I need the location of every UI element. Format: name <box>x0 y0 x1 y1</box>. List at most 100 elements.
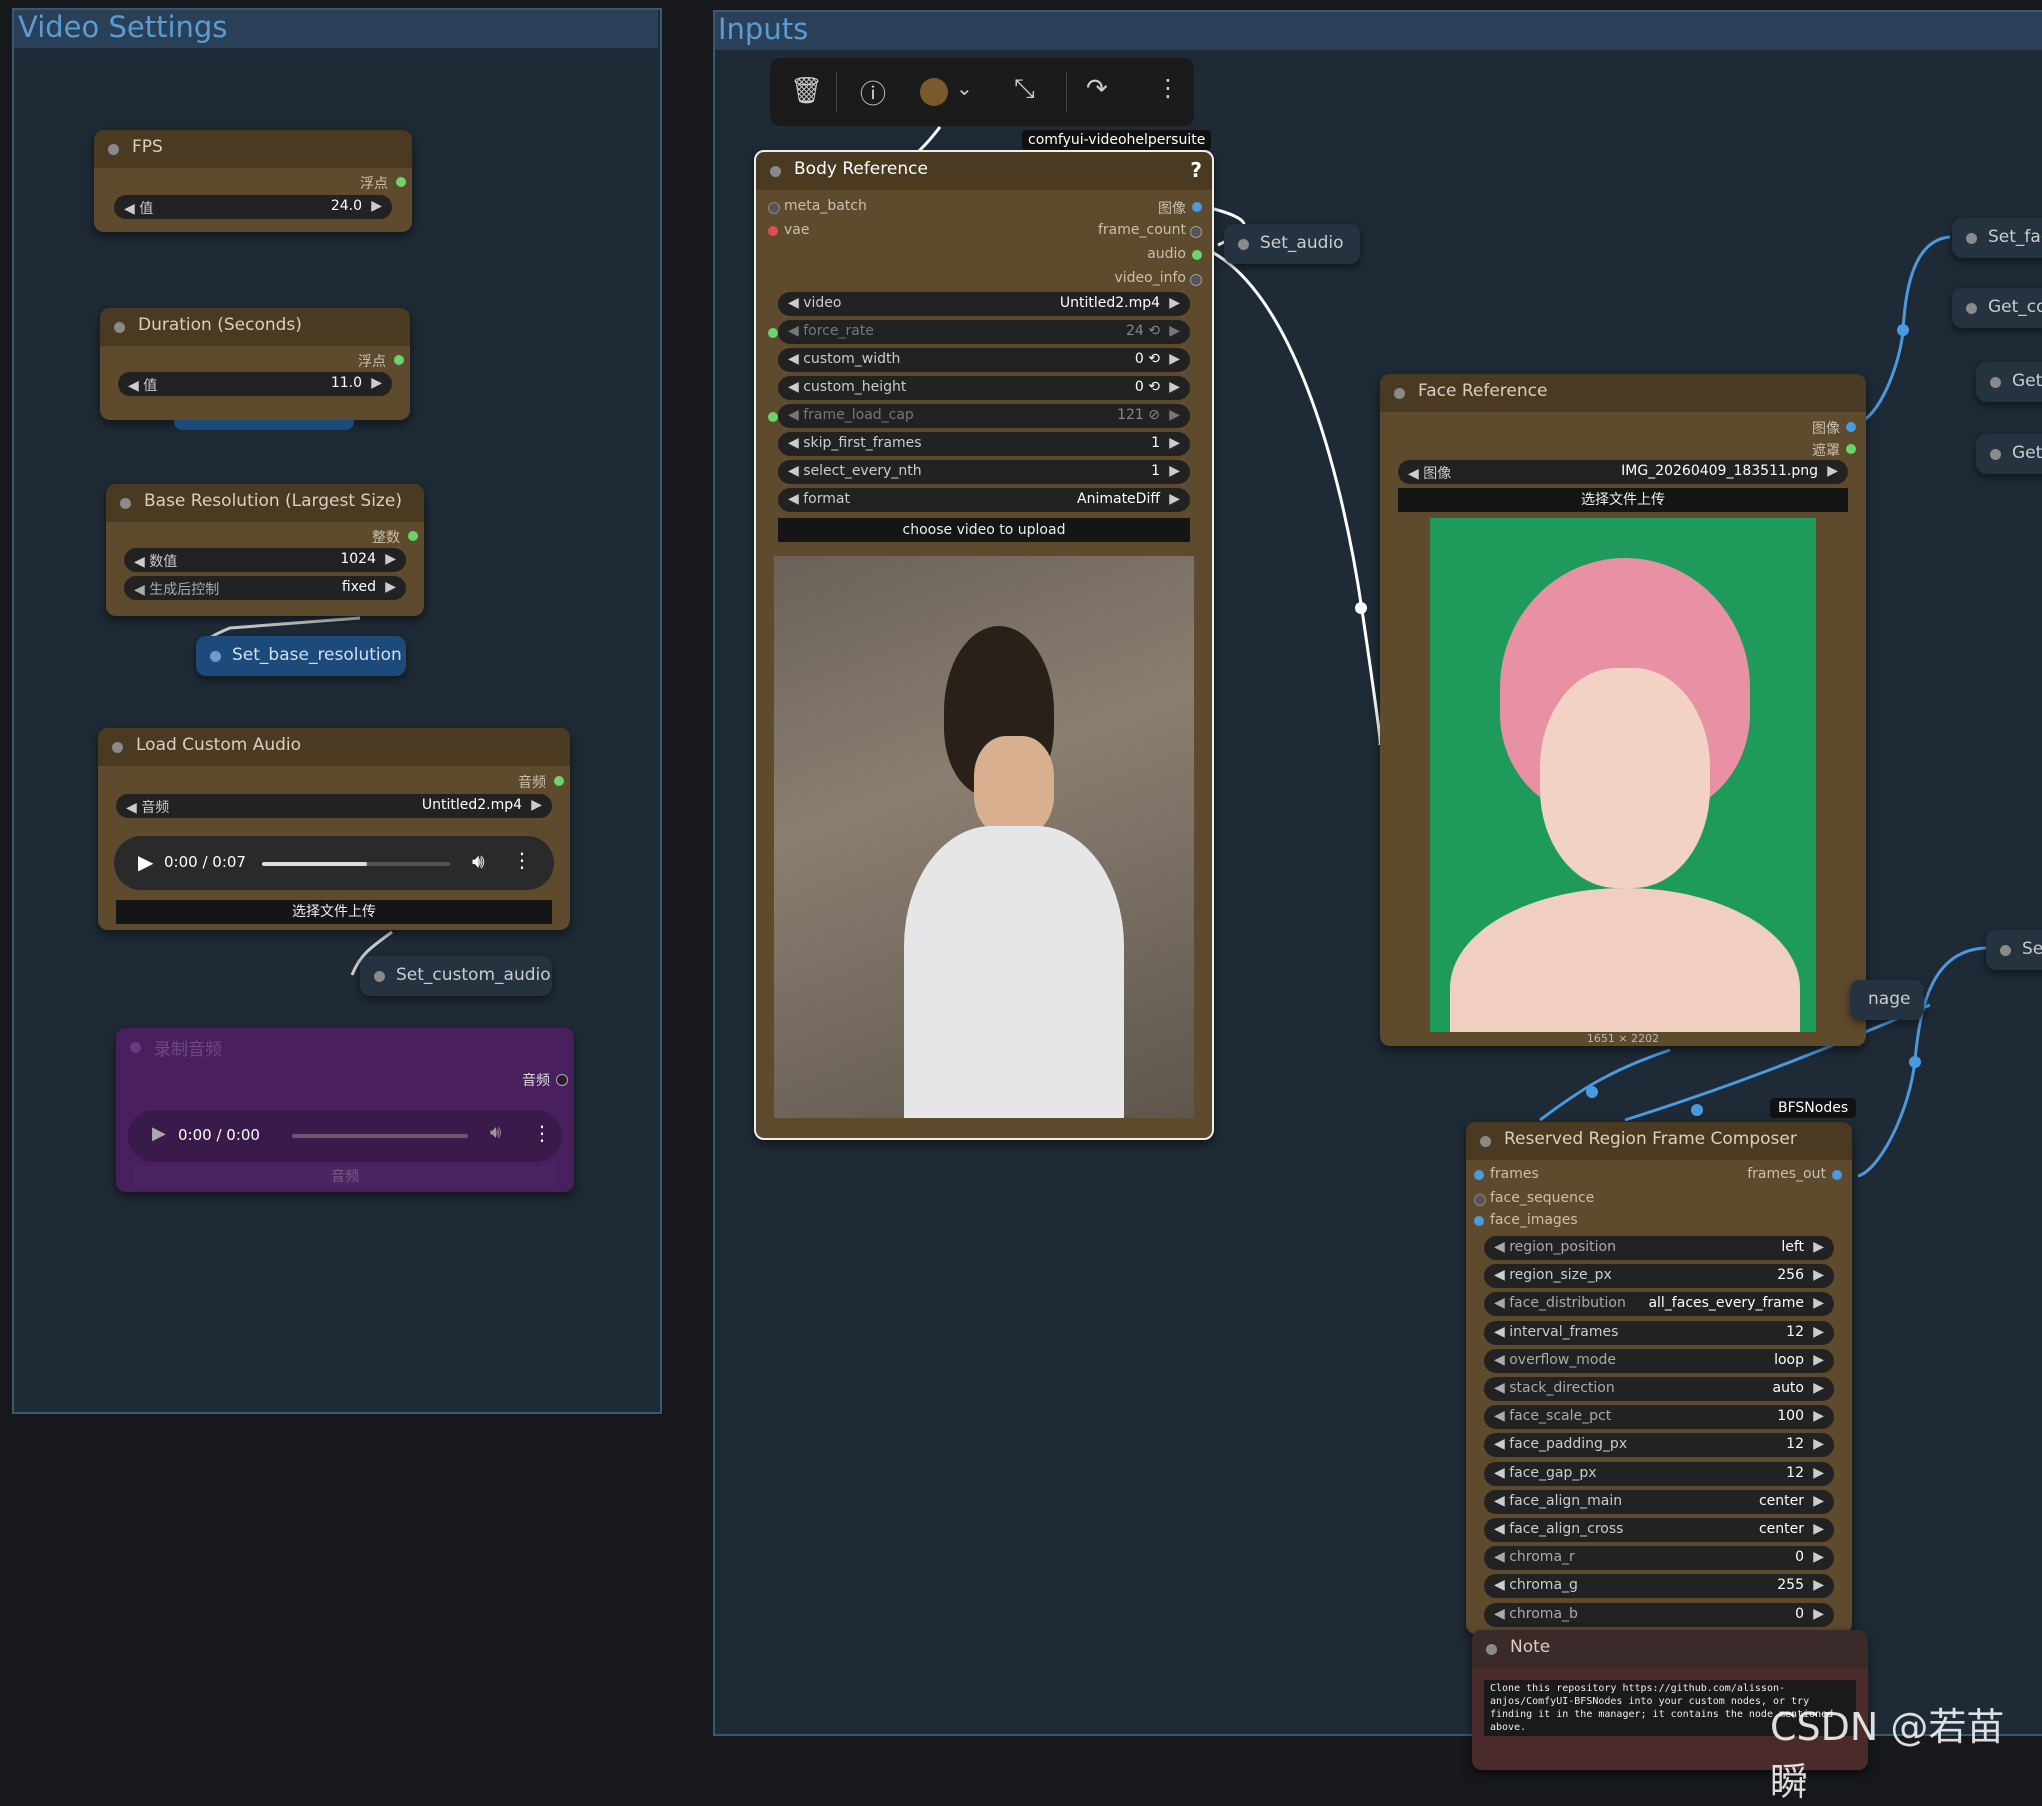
record-button[interactable]: 音频 <box>134 1166 556 1188</box>
widget-input-pin[interactable] <box>768 412 778 422</box>
collapse-dot-icon[interactable] <box>1966 303 1977 314</box>
widget-frame-load-cap[interactable]: ◀ frame_load_cap 121 ⊘ ▶ <box>778 404 1190 428</box>
widget-custom-height[interactable]: ◀ custom_height 0 ⟲ ▶ <box>778 376 1190 400</box>
get-node[interactable]: Get_co <box>1952 288 2042 328</box>
widget-face-distribution[interactable]: ◀ face_distribution all_faces_every_frame… <box>1484 1292 1834 1317</box>
set-node[interactable]: Se <box>1986 930 2042 970</box>
volume-icon[interactable]: 🔊︎ <box>490 1122 501 1143</box>
color-picker-icon[interactable] <box>920 78 948 106</box>
widget-interval-frames[interactable]: ◀ interval_frames 12 ▶ <box>1484 1320 1834 1345</box>
collapse-dot-icon[interactable] <box>114 322 125 333</box>
arrow-right-icon[interactable]: ▶ <box>1827 463 1838 479</box>
arrow-right-icon[interactable]: ▶ <box>1813 1239 1824 1255</box>
arrow-right-icon[interactable]: ▶ <box>385 551 396 567</box>
arrow-right-icon[interactable]: ▶ <box>1169 351 1180 367</box>
widget-face-padding-px[interactable]: ◀ face_padding_px 12 ▶ <box>1484 1433 1834 1458</box>
arrow-right-icon[interactable]: ▶ <box>1813 1352 1824 1368</box>
collapse-dot-icon[interactable] <box>1394 388 1405 399</box>
help-icon[interactable]: ? <box>1190 158 1202 182</box>
video-preview[interactable] <box>774 556 1194 1118</box>
collapse-dot-icon[interactable] <box>1966 233 1977 244</box>
widget-skip-first-frames[interactable]: ◀ skip_first_frames 1 ▶ <box>778 432 1190 456</box>
collapse-dot-icon[interactable] <box>130 1042 141 1053</box>
arrow-right-icon[interactable]: ▶ <box>1813 1549 1824 1565</box>
arrow-right-icon[interactable]: ▶ <box>371 198 382 214</box>
input-pin-face-images[interactable] <box>1474 1216 1484 1226</box>
collapse-icon[interactable]: ⤡ <box>1014 74 1035 105</box>
arrow-right-icon[interactable]: ▶ <box>1813 1324 1824 1340</box>
fps-value-widget[interactable]: ◀ 值 24.0 ▶ <box>114 195 392 219</box>
set-custom-audio-node[interactable]: Set_custom_audio <box>360 956 552 996</box>
audio-file-widget[interactable]: ◀ 音频 Untitled2.mp4 ▶ <box>116 794 552 818</box>
arrow-right-icon[interactable]: ▶ <box>1169 435 1180 451</box>
widget-format[interactable]: ◀ format AnimateDiff ▶ <box>778 488 1190 512</box>
output-pin[interactable] <box>1846 422 1856 432</box>
widget-face-align-cross[interactable]: ◀ face_align_cross center ▶ <box>1484 1518 1834 1542</box>
more-options-icon[interactable]: ⋮ <box>532 1121 552 1145</box>
set-audio-node[interactable]: Set_audio <box>1224 224 1360 264</box>
more-options-icon[interactable]: ⋮ <box>1156 74 1180 102</box>
load-custom-audio-node[interactable]: Load Custom Audio 音频 ◀ 音频 Untitled2.mp4 ▶ … <box>98 728 570 930</box>
bypass-icon[interactable]: ↷ <box>1086 74 1108 104</box>
input-pin-frames[interactable] <box>1474 1170 1484 1180</box>
collapse-dot-icon[interactable] <box>210 651 221 662</box>
upload-file-button[interactable]: 选择文件上传 <box>1398 488 1848 512</box>
arrow-right-icon[interactable]: ▶ <box>1813 1408 1824 1424</box>
arrow-right-icon[interactable]: ▶ <box>1813 1577 1824 1593</box>
collapse-dot-icon[interactable] <box>2000 945 2011 956</box>
arrow-right-icon[interactable]: ▶ <box>531 797 542 813</box>
widget-face-gap-px[interactable]: ◀ face_gap_px 12 ▶ <box>1484 1461 1834 1486</box>
set-base-resolution-node[interactable]: Set_base_resolution <box>196 636 406 676</box>
widget-custom-width[interactable]: ◀ custom_width 0 ⟲ ▶ <box>778 348 1190 372</box>
output-pin[interactable] <box>394 355 404 365</box>
widget-select-every-nth[interactable]: ◀ select_every_nth 1 ▶ <box>778 460 1190 484</box>
record-player[interactable]: ▶ 0:00 / 0:00 🔊︎ ⋮ <box>128 1110 562 1162</box>
arrow-right-icon[interactable]: ▶ <box>1169 491 1180 507</box>
widget-chroma-g[interactable]: ◀ chroma_g 255 ▶ <box>1484 1574 1834 1599</box>
choose-video-button[interactable]: choose video to upload <box>778 518 1190 542</box>
trash-icon[interactable]: 🗑︎ <box>790 76 823 106</box>
widget-stack-direction[interactable]: ◀ stack_direction auto ▶ <box>1484 1377 1834 1401</box>
upload-file-button[interactable]: 选择文件上传 <box>116 900 552 924</box>
output-pin[interactable] <box>1846 444 1856 454</box>
output-pin[interactable] <box>556 1074 568 1086</box>
image-node-stub[interactable]: nage <box>1850 980 1924 1020</box>
get-node[interactable]: Get_ <box>1976 362 2042 402</box>
output-pin[interactable] <box>408 531 418 541</box>
arrow-right-icon[interactable]: ▶ <box>1813 1436 1824 1452</box>
arrow-right-icon[interactable]: ▶ <box>1169 295 1180 311</box>
more-options-icon[interactable]: ⋮ <box>512 848 532 872</box>
arrow-right-icon[interactable]: ▶ <box>1813 1521 1824 1537</box>
set-face-node[interactable]: Set_fac <box>1952 218 2042 258</box>
widget-region-position[interactable]: ◀ region_position left ▶ <box>1484 1236 1834 1260</box>
base-resolution-node[interactable]: Base Resolution (Largest Size) 整数 ◀ 数值 10… <box>106 484 424 616</box>
arrow-right-icon[interactable]: ▶ <box>1813 1380 1824 1396</box>
output-pin[interactable] <box>1190 226 1202 238</box>
input-pin-vae[interactable] <box>768 226 778 236</box>
widget-force-rate[interactable]: ◀ force_rate 24 ⟲ ▶ <box>778 320 1190 344</box>
output-pin[interactable] <box>1192 250 1202 260</box>
output-pin[interactable] <box>1190 274 1202 286</box>
collapse-dot-icon[interactable] <box>770 166 781 177</box>
collapse-dot-icon[interactable] <box>1480 1136 1491 1147</box>
arrow-right-icon[interactable]: ▶ <box>371 375 382 391</box>
base-resolution-value-widget[interactable]: ◀ 数值 1024 ▶ <box>124 548 406 572</box>
output-pin[interactable] <box>396 177 406 187</box>
chevron-down-icon[interactable]: ⌄ <box>956 76 973 100</box>
collapse-dot-icon[interactable] <box>374 971 385 982</box>
audio-progress-track[interactable] <box>292 1134 468 1138</box>
arrow-right-icon[interactable]: ▶ <box>1169 379 1180 395</box>
widget-video[interactable]: ◀ video Untitled2.mp4 ▶ <box>778 292 1190 316</box>
reserved-region-frame-composer-node[interactable]: Reserved Region Frame Composer frames fa… <box>1466 1122 1852 1634</box>
collapse-dot-icon[interactable] <box>112 742 123 753</box>
collapse-dot-icon[interactable] <box>1990 449 2001 460</box>
input-pin-meta-batch[interactable] <box>768 202 780 214</box>
input-pin-face-sequence[interactable] <box>1474 1194 1486 1206</box>
collapse-dot-icon[interactable] <box>120 498 131 509</box>
collapse-dot-icon[interactable] <box>1990 377 2001 388</box>
body-reference-node[interactable]: Body Reference? meta_batch vae 图像 frame_… <box>754 150 1214 1140</box>
output-pin[interactable] <box>554 776 564 786</box>
duration-node[interactable]: Duration (Seconds) 浮点 ◀ 值 11.0 ▶ <box>100 308 410 420</box>
control-after-generate-widget[interactable]: ◀ 生成后控制 fixed ▶ <box>124 576 406 600</box>
face-image-preview[interactable] <box>1430 518 1816 1032</box>
